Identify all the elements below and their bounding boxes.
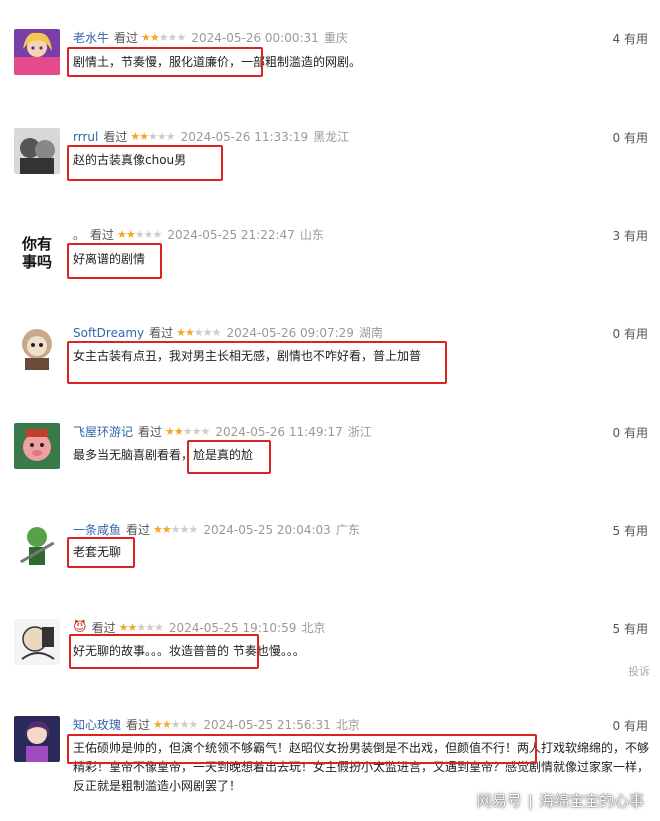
comment-text: 王佑硕帅是帅的，但演个统领不够霸气！赵昭仪女扮男装倒是不出戏，但颜值不行！两人打…: [73, 739, 651, 796]
status-label: 看过: [103, 130, 128, 144]
user-name-link[interactable]: rrrul: [73, 129, 98, 145]
rating-stars: ★★★★★: [130, 130, 175, 143]
watermark-author: 海绵宝宝的心事: [538, 792, 644, 810]
rating-stars: ★★★★★: [176, 326, 221, 339]
watermark-divider: |: [527, 792, 533, 810]
useful-button[interactable]: 0 有用: [613, 129, 648, 146]
user-name-link[interactable]: SoftDreamy: [73, 325, 144, 341]
timestamp: 2024-05-25 20:04:03: [203, 523, 331, 537]
avatar-text: 事吗: [21, 253, 52, 271]
useful-button[interactable]: 4 有用: [613, 30, 648, 47]
review-meta: 飞屋环游记 看过 ★★★★★ 2024-05-26 11:49:17 浙江: [73, 424, 372, 440]
user-name-link[interactable]: 老水牛: [73, 30, 109, 46]
review-meta: 😈 看过 ★★★★★ 2024-05-25 19:10:59 北京: [73, 620, 325, 636]
rating-stars: ★★★★★: [153, 718, 198, 731]
location: 黑龙江: [313, 130, 350, 144]
location: 重庆: [323, 31, 348, 45]
useful-button[interactable]: 3 有用: [613, 227, 648, 244]
avatar[interactable]: [14, 29, 60, 75]
comment-text-highlighted: 王佑硕帅是帅的，但演个统领不够霸气！赵昭仪女扮男装倒是不出戏，但颜值不行！: [73, 741, 518, 755]
rating-stars: ★★★★★: [153, 523, 198, 536]
timestamp: 2024-05-26 11:33:19: [180, 130, 309, 144]
review-meta: 老水牛 看过 ★★★★★ 2024-05-26 00:00:31 重庆: [73, 30, 348, 46]
avatar[interactable]: [14, 716, 60, 762]
comment-text-plain: 节奏也慢。。。: [229, 644, 305, 658]
avatar[interactable]: [14, 128, 60, 174]
comment-text-highlighted: 尬是真的尬: [193, 448, 254, 462]
rating-stars: ★★★★★: [117, 228, 162, 241]
avatar-text: 你有: [21, 235, 52, 253]
watermark-source: 网易号: [476, 792, 522, 810]
location: 湖南: [358, 326, 383, 340]
comment-text: 老套无聊: [73, 545, 122, 559]
status-label: 看过: [90, 228, 115, 242]
user-name-link[interactable]: 一条咸鱼: [73, 522, 121, 538]
report-link[interactable]: 投诉: [628, 663, 650, 679]
location: 广东: [335, 523, 360, 537]
timestamp: 2024-05-25 21:22:47: [167, 228, 295, 242]
rating-stars: ★★★★★: [118, 621, 164, 634]
review-meta: 知心玫瑰 看过 ★★★★★ 2024-05-25 21:56:31 北京: [73, 717, 360, 733]
avatar[interactable]: 你有 事吗: [14, 230, 60, 276]
location: 山东: [299, 228, 324, 242]
user-name-link[interactable]: 知心玫瑰: [73, 717, 121, 733]
status-label: 看过: [149, 326, 174, 340]
useful-button[interactable]: 0 有用: [613, 717, 648, 734]
useful-button[interactable]: 0 有用: [613, 424, 648, 441]
avatar[interactable]: [14, 619, 60, 665]
devil-icon: 😈: [73, 620, 87, 635]
rating-stars: ★★★★★: [165, 425, 210, 438]
timestamp: 2024-05-26 00:00:31: [191, 31, 319, 45]
useful-button[interactable]: 5 有用: [613, 522, 648, 539]
comment-text: 最多当无脑喜剧看看，尬是真的尬: [73, 446, 648, 465]
comment-text: 好无聊的故事。。。妆造普普的 节奏也慢。。。: [73, 642, 648, 661]
timestamp: 2024-05-25 21:56:31: [203, 718, 331, 732]
avatar[interactable]: [14, 324, 60, 370]
location: 北京: [335, 718, 360, 732]
review-meta: rrrul 看过 ★★★★★ 2024-05-26 11:33:19 黑龙江: [73, 129, 349, 145]
watermark: 网易号 | 海绵宝宝的心事: [477, 790, 644, 811]
status-label: 看过: [91, 621, 116, 635]
status-label: 看过: [138, 425, 163, 439]
timestamp: 2024-05-26 11:49:17: [215, 425, 343, 439]
review-meta: SoftDreamy 看过 ★★★★★ 2024-05-26 09:07:29 …: [73, 325, 383, 341]
review-meta: 一条咸鱼 看过 ★★★★★ 2024-05-25 20:04:03 广东: [73, 522, 360, 538]
comment-text: 剧情土，节奏慢，服化道廉价，一部粗制滥造的网剧。: [73, 55, 362, 69]
location: 浙江: [347, 425, 372, 439]
comment-text-plain: 最多当无脑喜剧看看，: [73, 448, 194, 462]
comment-text-highlighted: 好无聊的故事。。。妆造普普的: [73, 644, 230, 658]
comment-text: 好离谱的剧情: [73, 252, 146, 266]
rating-stars: ★★★★★: [141, 31, 186, 44]
user-name-link[interactable]: 。: [73, 227, 85, 243]
timestamp: 2024-05-26 09:07:29: [226, 326, 354, 340]
review-meta: 。 看过 ★★★★★ 2024-05-25 21:22:47 山东: [73, 227, 324, 243]
timestamp: 2024-05-25 19:10:59: [168, 621, 297, 635]
useful-button[interactable]: 0 有用: [613, 325, 648, 342]
avatar[interactable]: [14, 423, 60, 469]
location: 北京: [301, 621, 326, 635]
useful-button[interactable]: 5 有用: [613, 620, 648, 637]
comment-text: 女主古装有点丑，我对男主长相无感，剧情也不咋好看，普上加普: [73, 349, 422, 363]
comment-text: 赵的古装真像chou男: [73, 153, 187, 167]
avatar[interactable]: [14, 521, 60, 567]
status-label: 看过: [114, 31, 139, 45]
status-label: 看过: [126, 718, 151, 732]
user-name-link[interactable]: 飞屋环游记: [73, 424, 133, 440]
status-label: 看过: [126, 523, 151, 537]
